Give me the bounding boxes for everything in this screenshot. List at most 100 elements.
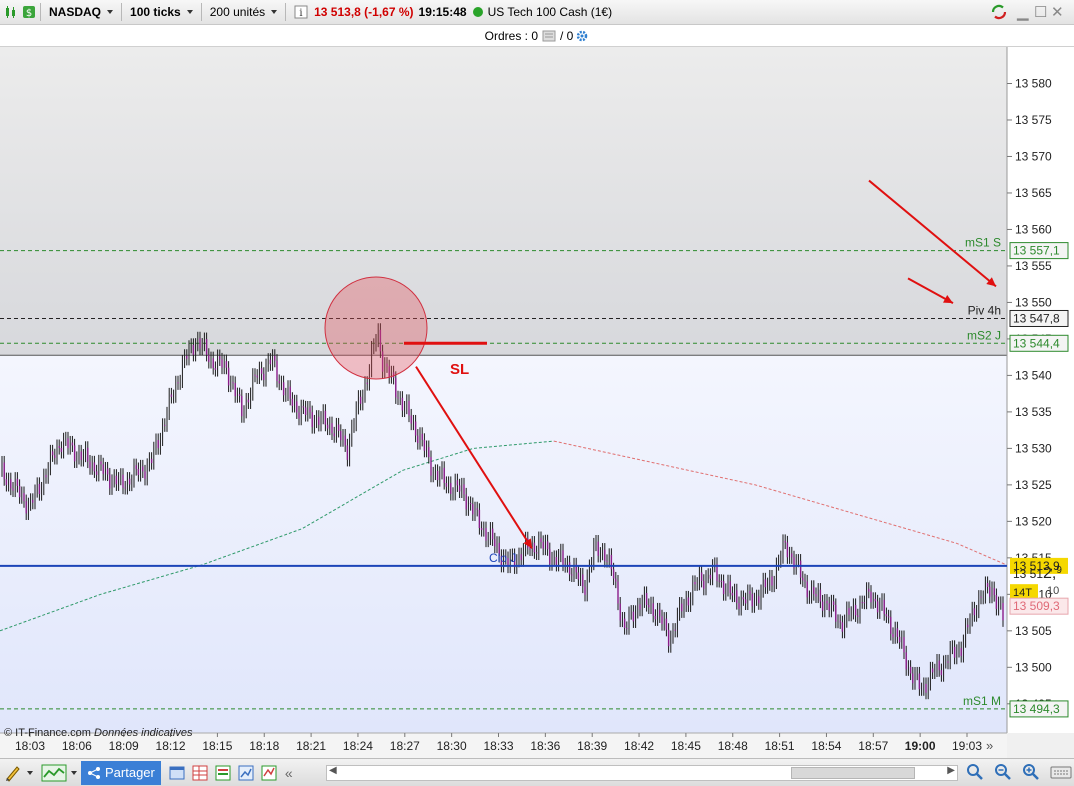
tick-bar-body bbox=[12, 488, 14, 491]
keyboard-icon[interactable] bbox=[1049, 762, 1073, 782]
tick-bar-body bbox=[744, 599, 747, 604]
tick-bar-body bbox=[260, 368, 263, 374]
collapse-icon[interactable]: « bbox=[285, 765, 293, 781]
scrollbar-thumb[interactable] bbox=[791, 767, 915, 779]
tick-bar-body bbox=[269, 359, 272, 365]
scroll-left-arrow-icon[interactable]: ◀ bbox=[329, 765, 337, 776]
tick-bar-body bbox=[278, 380, 280, 384]
tick-bar-body bbox=[883, 599, 885, 615]
tick-bar-body bbox=[870, 591, 872, 603]
screener-icon[interactable] bbox=[213, 763, 233, 783]
tick-bar-body bbox=[417, 435, 419, 444]
dollar-icon[interactable]: $ bbox=[22, 5, 36, 19]
tick-bar-body bbox=[857, 615, 859, 618]
candlestick-icon[interactable] bbox=[4, 5, 18, 19]
info-icon[interactable]: i bbox=[294, 5, 308, 19]
tick-bar-body bbox=[953, 646, 956, 658]
tick-bar-body bbox=[804, 580, 806, 582]
zoom-fit-icon[interactable] bbox=[965, 762, 985, 782]
close-icon[interactable]: ✕ bbox=[1051, 3, 1064, 21]
orders-icon[interactable] bbox=[542, 30, 556, 42]
tick-bar-body bbox=[208, 354, 210, 362]
tick-bar-body bbox=[520, 554, 522, 561]
tick-bar-body bbox=[577, 572, 580, 580]
chart-window-icon[interactable] bbox=[236, 763, 256, 783]
tick-bar-body bbox=[309, 407, 311, 413]
tick-bar-body bbox=[784, 540, 786, 543]
tick-bar-body bbox=[485, 528, 487, 541]
tick-bar-body bbox=[296, 401, 298, 413]
tick-bar-body bbox=[546, 541, 549, 550]
chevron-down-icon[interactable] bbox=[27, 770, 33, 775]
time-scrollbar[interactable]: ◀ ▶ bbox=[326, 765, 958, 781]
stop-loss-label: SL bbox=[450, 361, 469, 378]
tick-bar-body bbox=[832, 601, 835, 605]
level-name: Piv 4h bbox=[968, 303, 1001, 317]
tick-bar-body bbox=[659, 609, 661, 617]
scroll-right-arrow-icon[interactable]: ▶ bbox=[947, 765, 955, 776]
gear-icon[interactable] bbox=[575, 29, 589, 43]
x-tick-label: 18:45 bbox=[671, 739, 701, 753]
tick-bar-body bbox=[122, 474, 124, 488]
tick-bar-body bbox=[639, 604, 641, 610]
tick-bar-body bbox=[102, 464, 104, 475]
tick-bar-body bbox=[980, 596, 982, 598]
tick-bar-body bbox=[241, 395, 243, 417]
tick-bar-body bbox=[729, 581, 731, 593]
x-tick-label: 18:12 bbox=[156, 739, 186, 753]
tick-bar-body bbox=[177, 382, 179, 384]
tick-bar-body bbox=[115, 475, 118, 485]
tick-bar-body bbox=[667, 629, 670, 647]
pencil-draw-icon[interactable] bbox=[3, 763, 23, 783]
tick-bar-body bbox=[95, 471, 98, 475]
share-icon bbox=[88, 766, 100, 779]
zoom-in-icon[interactable] bbox=[1021, 762, 1041, 782]
tick-bar-body bbox=[828, 603, 830, 611]
tick-bar-body bbox=[661, 616, 663, 625]
zoom-out-icon[interactable] bbox=[993, 762, 1013, 782]
tick-bar-body bbox=[289, 386, 291, 399]
level-name: mS1 M bbox=[963, 694, 1001, 708]
instrument-dropdown[interactable]: NASDAQ bbox=[45, 2, 117, 22]
window-icon[interactable] bbox=[167, 763, 187, 783]
scroll-right-icon[interactable]: » bbox=[986, 738, 993, 753]
tick-bar-body bbox=[318, 416, 320, 425]
tick-bar-body bbox=[3, 462, 5, 480]
grid-table-icon[interactable] bbox=[190, 763, 210, 783]
tick-bar-body bbox=[414, 421, 417, 436]
chevron-down-icon bbox=[271, 10, 278, 14]
tick-bar-body bbox=[632, 611, 635, 622]
tick-bar-body bbox=[973, 608, 976, 616]
x-tick-label: 18:39 bbox=[577, 739, 607, 753]
refresh-icon[interactable] bbox=[990, 3, 1008, 21]
tick-counter: 14T bbox=[1013, 587, 1032, 599]
minimize-icon[interactable]: ▁ bbox=[1017, 3, 1029, 21]
order-ticket-icon[interactable] bbox=[259, 763, 279, 783]
tick-bar-body bbox=[874, 598, 877, 602]
x-tick-label: 18:09 bbox=[109, 739, 139, 753]
last-price: 13 513,8 (-1,67 %) bbox=[314, 5, 414, 19]
tick-bar-body bbox=[18, 485, 21, 498]
price-chart[interactable]: 13 58013 57513 57013 56513 56013 55513 5… bbox=[0, 47, 1074, 758]
indicators-icon[interactable] bbox=[41, 763, 67, 783]
tick-bar-body bbox=[144, 471, 146, 479]
y-tick-label: 13 520 bbox=[1015, 514, 1052, 528]
tick-bar-body bbox=[337, 424, 340, 431]
tick-bar-body bbox=[738, 603, 740, 609]
tick-bar-body bbox=[170, 394, 173, 397]
units-dropdown[interactable]: 200 unités bbox=[206, 2, 281, 22]
tick-bar-body bbox=[51, 451, 54, 456]
tick-bar-body bbox=[604, 549, 606, 561]
y-tick-label: 13 565 bbox=[1015, 186, 1052, 200]
ticks-dropdown[interactable]: 100 ticks bbox=[126, 2, 197, 22]
share-button[interactable]: Partager bbox=[81, 760, 161, 785]
y-tick-label: 13 535 bbox=[1015, 405, 1052, 419]
chevron-down-icon[interactable] bbox=[71, 770, 77, 775]
level-tag: 13 547,8 bbox=[1013, 311, 1060, 325]
market-open-icon bbox=[472, 7, 483, 17]
maximize-icon[interactable]: ☐ bbox=[1034, 3, 1047, 21]
tick-bar-body bbox=[940, 670, 943, 676]
level-tag: 13 544,4 bbox=[1013, 336, 1060, 350]
tick-bar-body bbox=[436, 470, 439, 481]
tick-bar-body bbox=[764, 579, 767, 588]
